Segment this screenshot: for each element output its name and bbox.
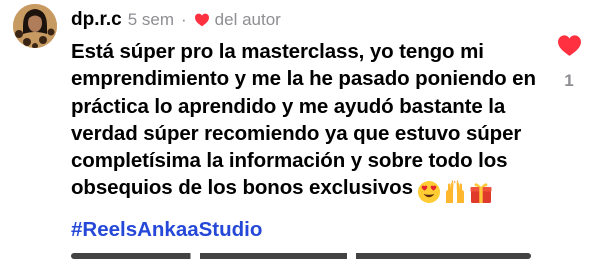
- username[interactable]: dp.r.c: [71, 9, 122, 31]
- next-comment-partial: [71, 250, 531, 264]
- meta-separator: ·: [180, 10, 187, 29]
- like-count: 1: [564, 71, 574, 90]
- comment-timestamp: 5 sem: [127, 10, 174, 29]
- liked-by-author-label: del autor: [214, 10, 281, 29]
- heart-icon: [194, 12, 210, 28]
- comment-meta: dp.r.c 5 sem · del autor: [71, 7, 281, 33]
- hashtag-link[interactable]: #ReelsAnkaaStudio: [71, 216, 262, 243]
- avatar[interactable]: [13, 4, 57, 48]
- raising-hands-emoji: [445, 180, 464, 204]
- heart-eyes-emoji: [417, 181, 440, 204]
- gift-emoji: [470, 183, 492, 204]
- comment-body: Está súper pro la masterclass, yo tengo …: [71, 38, 541, 205]
- heart-icon[interactable]: [557, 34, 582, 57]
- like-button[interactable]: 1: [553, 34, 585, 96]
- avatar-image: [13, 4, 57, 48]
- comment-text: Está súper pro la masterclass, yo tengo …: [71, 40, 536, 200]
- emoji-group: [417, 177, 495, 204]
- comment-item: dp.r.c 5 sem · del autor Está súper pro …: [0, 0, 600, 259]
